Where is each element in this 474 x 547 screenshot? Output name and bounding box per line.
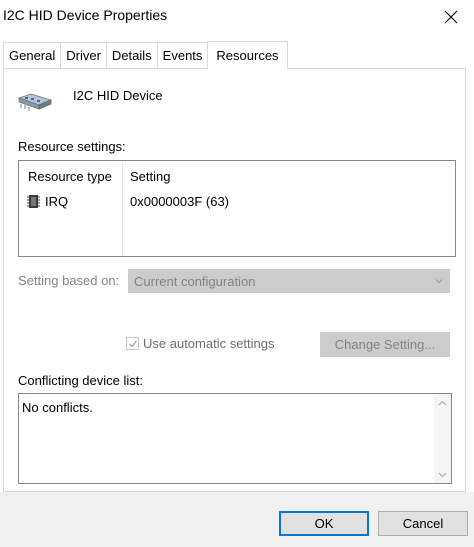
chevron-up-icon [438, 400, 447, 405]
irq-chip-icon [27, 195, 40, 208]
use-automatic-settings-checkbox[interactable] [126, 337, 139, 350]
ok-button[interactable]: OK [279, 511, 369, 536]
resource-list[interactable]: Resource type Setting IRQ 0x0000003F (63… [18, 160, 456, 257]
checkmark-icon [128, 340, 137, 347]
resource-setting-value: 0x0000003F (63) [130, 194, 230, 209]
change-setting-button[interactable]: Change Setting... [320, 332, 450, 357]
conflicting-device-list[interactable]: No conflicts. [18, 393, 452, 484]
tab-details[interactable]: Details [105, 42, 158, 68]
setting-based-on-dropdown[interactable]: Current configuration [128, 269, 450, 293]
close-icon [444, 10, 458, 23]
vertical-scrollbar[interactable] [434, 394, 451, 483]
conflicting-device-list-label: Conflicting device list: [18, 373, 143, 388]
close-button[interactable] [428, 0, 474, 33]
resource-row-irq-type[interactable]: IRQ [27, 194, 68, 209]
setting-based-on-value: Current configuration [134, 274, 256, 289]
conflicts-text: No conflicts. [22, 400, 93, 415]
tab-events[interactable]: Events [156, 42, 209, 68]
window-title: I2C HID Device Properties [3, 7, 168, 23]
chevron-down-icon [435, 279, 443, 284]
resource-settings-label: Resource settings: [18, 139, 126, 154]
tab-strip: General Driver Details Events Resources [3, 41, 288, 69]
resource-type-value: IRQ [45, 194, 69, 209]
chevron-down-icon [438, 472, 447, 477]
tab-resources[interactable]: Resources [207, 41, 288, 69]
use-automatic-settings-row: Use automatic settings [126, 336, 275, 351]
tab-driver[interactable]: Driver [60, 42, 107, 68]
tab-general[interactable]: General [3, 42, 62, 68]
scroll-down-button[interactable] [434, 466, 451, 483]
cancel-button[interactable]: Cancel [378, 511, 468, 536]
resource-row-irq-setting[interactable]: 0x0000003F (63) [130, 194, 229, 209]
setting-based-on-label: Setting based on: [18, 273, 120, 288]
column-header-setting[interactable]: Setting [130, 169, 170, 184]
device-name: I2C HID Device [73, 88, 163, 103]
use-automatic-settings-label: Use automatic settings [143, 336, 275, 351]
scroll-up-button[interactable] [434, 394, 451, 411]
title-bar: I2C HID Device Properties [0, 0, 474, 33]
column-divider [122, 162, 123, 255]
column-header-resource-type[interactable]: Resource type [28, 169, 112, 184]
hid-device-icon [17, 93, 53, 111]
